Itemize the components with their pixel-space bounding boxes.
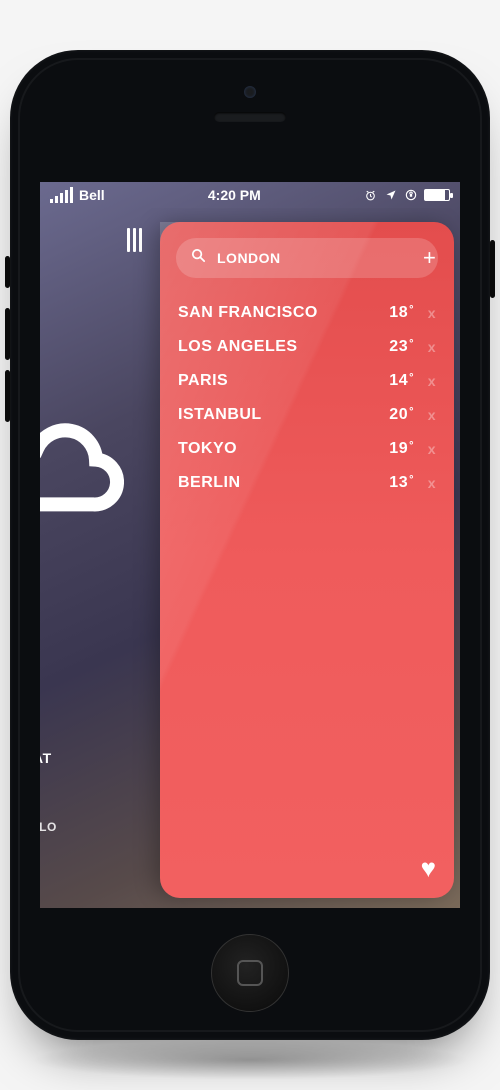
battery-icon [424,189,450,201]
screen-glare [160,222,454,898]
volume-up-button[interactable] [5,308,10,360]
city-temp: 23° [366,338,414,356]
search-icon [190,247,207,269]
city-temp: 20° [366,406,414,424]
remove-city-button[interactable]: x [414,373,436,389]
cloud-icon [40,418,124,518]
city-temp: 13° [366,474,414,492]
city-name: SAN FRANCISCO [178,304,366,322]
volume-down-button[interactable] [5,370,10,422]
list-item[interactable]: BERLIN 13° x [176,466,438,500]
city-list: SAN FRANCISCO 18° x LOS ANGELES 23° x PA… [176,296,438,500]
city-name: PARIS [178,372,366,390]
home-button[interactable] [211,934,289,1012]
remove-city-button[interactable]: x [414,441,436,457]
clock-label: 4:20 PM [208,187,261,203]
quote-line: IE.." [40,788,154,808]
city-name: TOKYO [178,440,366,458]
city-name: LOS ANGELES [178,338,366,356]
list-item[interactable]: SAN FRANCISCO 18° x [176,296,438,330]
location-icon [384,188,398,202]
quote-author: ONY J. D'ANGELO [40,819,154,836]
carrier-label: Bell [79,187,105,203]
phone-frame: Bell 4:20 PM [10,50,490,1040]
remove-city-button[interactable]: x [414,407,436,423]
quote-line: BRING YOUR [40,768,154,788]
city-list-panel: + SAN FRANCISCO 18° x LOS ANGELES 23° x … [160,222,454,898]
power-button[interactable] [490,240,495,298]
quote-line: MATTER WHAT [40,748,154,768]
city-name: BERLIN [178,474,366,492]
favorite-button[interactable]: ♥ [421,853,436,884]
quote-block: MATTER WHAT BRING YOUR IE.." ONY J. D'AN… [40,748,154,836]
city-temp: 18° [366,304,414,322]
city-temp: 14° [366,372,414,390]
rotation-lock-icon [404,188,418,202]
add-city-button[interactable]: + [423,247,436,269]
main-view: MATTER WHAT BRING YOUR IE.." ONY J. D'AN… [40,208,160,908]
city-temp: 19° [366,440,414,458]
screen: Bell 4:20 PM [40,182,460,908]
list-item[interactable]: TOKYO 19° x [176,432,438,466]
city-name: ISTANBUL [178,406,366,424]
alarm-icon [364,188,378,202]
list-item[interactable]: ISTANBUL 20° x [176,398,438,432]
search-field[interactable]: + [176,238,438,278]
list-item[interactable]: PARIS 14° x [176,364,438,398]
mute-switch[interactable] [5,256,10,288]
remove-city-button[interactable]: x [414,475,436,491]
search-input[interactable] [217,250,413,266]
remove-city-button[interactable]: x [414,339,436,355]
signal-icon [50,187,73,203]
remove-city-button[interactable]: x [414,305,436,321]
front-camera [244,86,256,98]
status-bar: Bell 4:20 PM [40,182,460,208]
list-item[interactable]: LOS ANGELES 23° x [176,330,438,364]
menu-button[interactable] [127,228,142,252]
earpiece [214,112,286,122]
